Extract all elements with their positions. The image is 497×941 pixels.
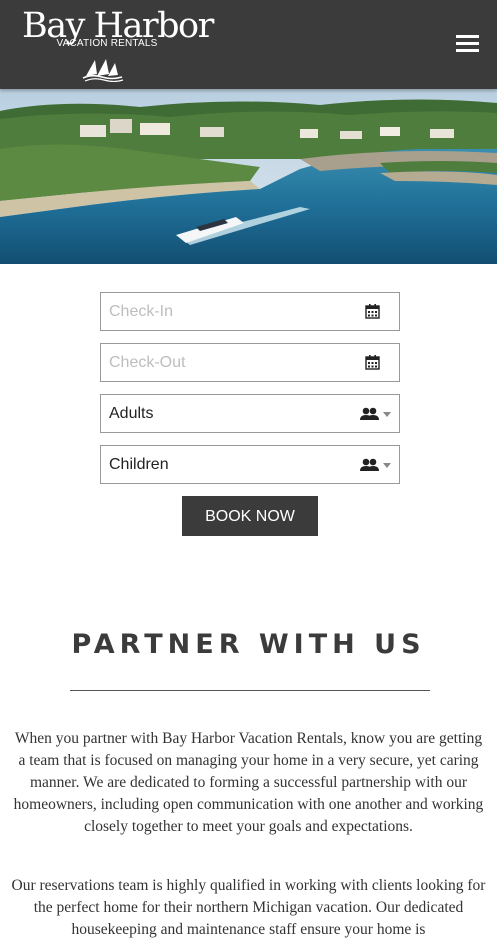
logo[interactable]: Bay Harbor VACATION RENTALS: [22, 6, 214, 84]
calendar-icon[interactable]: [365, 304, 380, 319]
partner-paragraph: Our reservations team is highly qualifie…: [11, 877, 486, 938]
divider: [70, 690, 430, 691]
check-in-field[interactable]: Check-In: [100, 292, 400, 331]
check-in-placeholder: Check-In: [109, 303, 174, 320]
section-title: PARTNER WITH US: [71, 629, 426, 660]
children-select[interactable]: Children: [100, 445, 400, 484]
adults-select[interactable]: Adults: [100, 394, 400, 433]
children-label: Children: [109, 456, 169, 473]
hero-image: [0, 89, 497, 264]
hamburger-menu-icon[interactable]: [455, 33, 481, 55]
check-out-field[interactable]: Check-Out: [100, 343, 400, 382]
users-dropdown-icon: [360, 407, 391, 420]
site-header: Bay Harbor VACATION RENTALS: [0, 0, 497, 89]
sailboat-logo-icon: [82, 59, 124, 82]
users-dropdown-icon: [360, 458, 391, 471]
adults-label: Adults: [109, 405, 154, 422]
book-now-button[interactable]: BOOK NOW: [182, 496, 318, 536]
partner-paragraph: When you partner with Bay Harbor Vacatio…: [13, 730, 484, 835]
calendar-icon[interactable]: [365, 355, 380, 370]
logo-tagline: VACATION RENTALS: [56, 38, 158, 49]
check-out-placeholder: Check-Out: [109, 354, 186, 371]
